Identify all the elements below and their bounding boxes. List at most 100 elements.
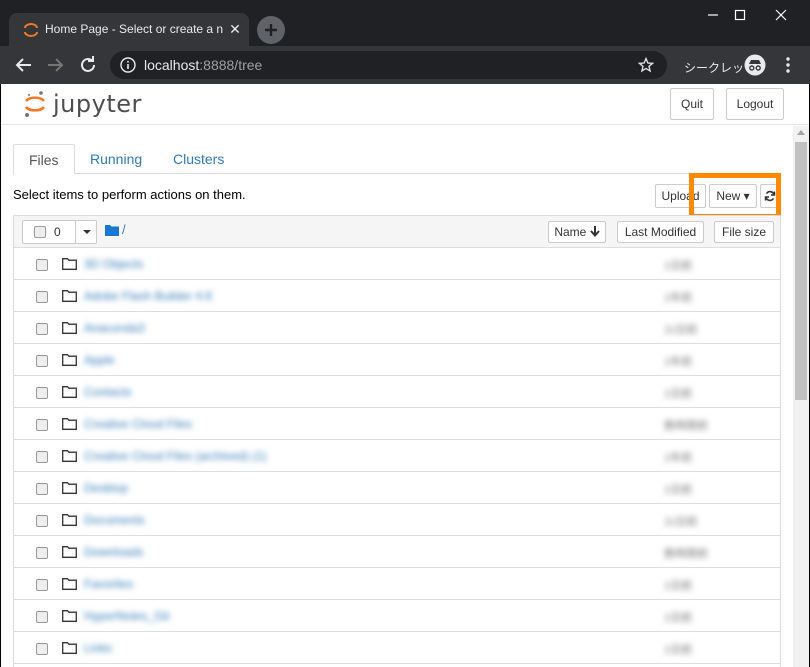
back-button[interactable] bbox=[12, 53, 36, 77]
file-name-link[interactable]: Adobe Flash Builder 4.6 bbox=[84, 289, 212, 303]
last-modified: 11日前 bbox=[664, 516, 698, 528]
row-checkbox[interactable] bbox=[36, 483, 48, 495]
table-row[interactable]: HyperNotes_Git 1日前 bbox=[14, 600, 780, 632]
tab-title: Home Page - Select or create a n bbox=[45, 22, 224, 36]
notebook-tabs: Files Running Clusters bbox=[13, 144, 780, 175]
file-name-link[interactable]: Anaconda3 bbox=[84, 321, 145, 335]
arrow-left-icon bbox=[15, 58, 31, 72]
logout-button[interactable]: Logout bbox=[726, 88, 784, 120]
file-name-link[interactable]: Desktop bbox=[84, 481, 128, 495]
row-checkbox[interactable] bbox=[36, 291, 48, 303]
close-window-button[interactable] bbox=[762, 0, 800, 30]
table-row[interactable]: Anaconda3 11日前 bbox=[14, 312, 780, 344]
row-checkbox[interactable] bbox=[36, 579, 48, 591]
last-modified: 1日前 bbox=[664, 644, 693, 656]
folder-outline-icon bbox=[62, 610, 77, 622]
breadcrumb-root[interactable]: / bbox=[122, 222, 126, 237]
maximize-window-button[interactable] bbox=[721, 0, 759, 30]
row-checkbox[interactable] bbox=[36, 547, 48, 559]
folder-outline-icon bbox=[62, 642, 77, 654]
url-text: localhost:8888/tree bbox=[144, 57, 262, 73]
row-checkbox[interactable] bbox=[36, 419, 48, 431]
file-name-link[interactable]: Contacts bbox=[84, 385, 131, 399]
info-icon[interactable] bbox=[120, 57, 136, 73]
close-tab-icon[interactable]: ✕ bbox=[227, 21, 243, 37]
sort-last-modified-button[interactable]: Last Modified bbox=[617, 221, 704, 243]
tab-clusters[interactable]: Clusters bbox=[158, 144, 239, 174]
row-checkbox[interactable] bbox=[36, 451, 48, 463]
row-checkbox[interactable] bbox=[36, 643, 48, 655]
plus-icon bbox=[265, 24, 277, 36]
table-row[interactable]: Contacts 1日前 bbox=[14, 376, 780, 408]
scrollbar[interactable] bbox=[793, 126, 809, 667]
reload-icon bbox=[81, 56, 95, 72]
tab-running[interactable]: Running bbox=[75, 144, 157, 174]
jupyter-header: jupyter Quit Logout bbox=[1, 84, 809, 125]
table-row[interactable]: Downloads 数時間前 bbox=[14, 536, 780, 568]
last-modified: 1年前 bbox=[664, 452, 693, 464]
table-row[interactable]: Apple 1年前 bbox=[14, 344, 780, 376]
url-host: localhost bbox=[144, 57, 200, 73]
incognito-icon[interactable] bbox=[744, 54, 766, 76]
last-modified: 1日前 bbox=[664, 484, 693, 496]
row-checkbox[interactable] bbox=[36, 611, 48, 623]
file-name-link[interactable]: Links bbox=[84, 641, 112, 655]
table-row[interactable]: Adobe Flash Builder 4.6 1年前 bbox=[14, 280, 780, 312]
url-path: :8888/tree bbox=[199, 57, 263, 73]
folder-outline-icon bbox=[62, 290, 77, 302]
file-list-header: 0 / Name Last Modified File size bbox=[13, 215, 781, 248]
scroll-up-arrow-icon[interactable] bbox=[797, 130, 805, 135]
file-name-link[interactable]: Downloads bbox=[84, 545, 143, 559]
last-modified: 1日前 bbox=[664, 612, 693, 624]
table-row[interactable]: Favorites 1日前 bbox=[14, 568, 780, 600]
folder-outline-icon bbox=[62, 322, 77, 334]
sort-name-label: Name bbox=[554, 225, 587, 239]
scrollbar-thumb[interactable] bbox=[795, 142, 807, 400]
folder-icon[interactable] bbox=[105, 224, 119, 236]
forward-button[interactable] bbox=[43, 53, 67, 77]
jupyter-logo[interactable]: jupyter bbox=[23, 89, 163, 119]
row-checkbox[interactable] bbox=[36, 515, 48, 527]
folder-outline-icon bbox=[62, 546, 77, 558]
select-all-dropdown[interactable]: 0 bbox=[22, 220, 97, 244]
table-row[interactable]: Creative Cloud Files (archived) (1) 1年前 bbox=[14, 440, 780, 472]
jupyter-favicon-icon bbox=[23, 22, 39, 38]
tab-files[interactable]: Files bbox=[13, 144, 75, 175]
bookmark-star-icon[interactable] bbox=[637, 56, 655, 73]
browser-tab[interactable]: Home Page - Select or create a n ✕ bbox=[9, 13, 249, 46]
table-row[interactable]: Links 1日前 bbox=[14, 632, 780, 664]
table-row[interactable]: Documents 11日前 bbox=[14, 504, 780, 536]
reload-button[interactable] bbox=[76, 53, 100, 77]
last-modified: 1日前 bbox=[664, 260, 693, 272]
browser-menu-icon[interactable] bbox=[780, 56, 796, 74]
sort-file-size-button[interactable]: File size bbox=[714, 221, 774, 243]
file-name-link[interactable]: 3D Objects bbox=[84, 257, 143, 271]
row-checkbox[interactable] bbox=[36, 259, 48, 271]
select-all-checkbox[interactable] bbox=[34, 226, 46, 238]
select-dropdown-toggle[interactable] bbox=[75, 220, 97, 244]
folder-outline-icon bbox=[62, 354, 77, 366]
file-name-link[interactable]: Creative Cloud Files bbox=[84, 417, 192, 431]
sort-name-button[interactable]: Name bbox=[548, 221, 606, 243]
folder-outline-icon bbox=[62, 258, 77, 270]
last-modified: 数時間前 bbox=[664, 548, 708, 560]
file-name-link[interactable]: Favorites bbox=[84, 577, 133, 591]
table-row[interactable]: 3D Objects 1日前 bbox=[14, 248, 780, 280]
row-checkbox[interactable] bbox=[36, 355, 48, 367]
file-name-link[interactable]: Documents bbox=[84, 513, 145, 527]
jupyter-page: jupyter Quit Logout Files Running Cluste… bbox=[1, 84, 809, 667]
row-checkbox[interactable] bbox=[36, 387, 48, 399]
browser-titlebar: Home Page - Select or create a n ✕ bbox=[0, 0, 810, 46]
quit-button[interactable]: Quit bbox=[670, 88, 714, 120]
table-row[interactable]: Desktop 1日前 bbox=[14, 472, 780, 504]
row-checkbox[interactable] bbox=[36, 323, 48, 335]
address-bar[interactable]: localhost:8888/tree bbox=[110, 51, 667, 79]
new-tab-button[interactable] bbox=[257, 16, 285, 44]
file-name-link[interactable]: Creative Cloud Files (archived) (1) bbox=[84, 449, 267, 463]
file-name-link[interactable]: Apple bbox=[84, 353, 115, 367]
last-modified: 1日前 bbox=[664, 388, 693, 400]
folder-outline-icon bbox=[62, 450, 77, 462]
file-name-link[interactable]: HyperNotes_Git bbox=[84, 609, 169, 623]
table-row[interactable]: Creative Cloud Files 数時間前 bbox=[14, 408, 780, 440]
last-modified: 1日前 bbox=[664, 580, 693, 592]
